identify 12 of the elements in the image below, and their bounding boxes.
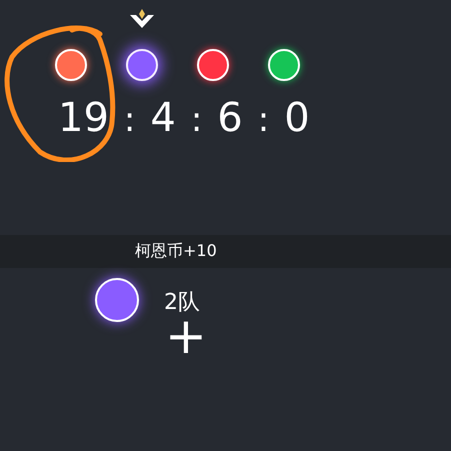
notice-text: 柯恩币+10: [135, 241, 217, 262]
team-label: 2队: [164, 290, 200, 316]
score-separator: :: [124, 100, 136, 140]
team-score: 19: [58, 95, 109, 141]
score-separator: :: [190, 100, 202, 140]
add-button[interactable]: +: [165, 316, 207, 356]
team-color-dot[interactable]: [126, 49, 158, 81]
team-score: 0: [284, 95, 310, 141]
chevron-marker-icon: [129, 8, 155, 30]
team-score: 4: [150, 95, 176, 141]
team-score: 6: [217, 95, 243, 141]
score-separator: :: [258, 100, 270, 140]
